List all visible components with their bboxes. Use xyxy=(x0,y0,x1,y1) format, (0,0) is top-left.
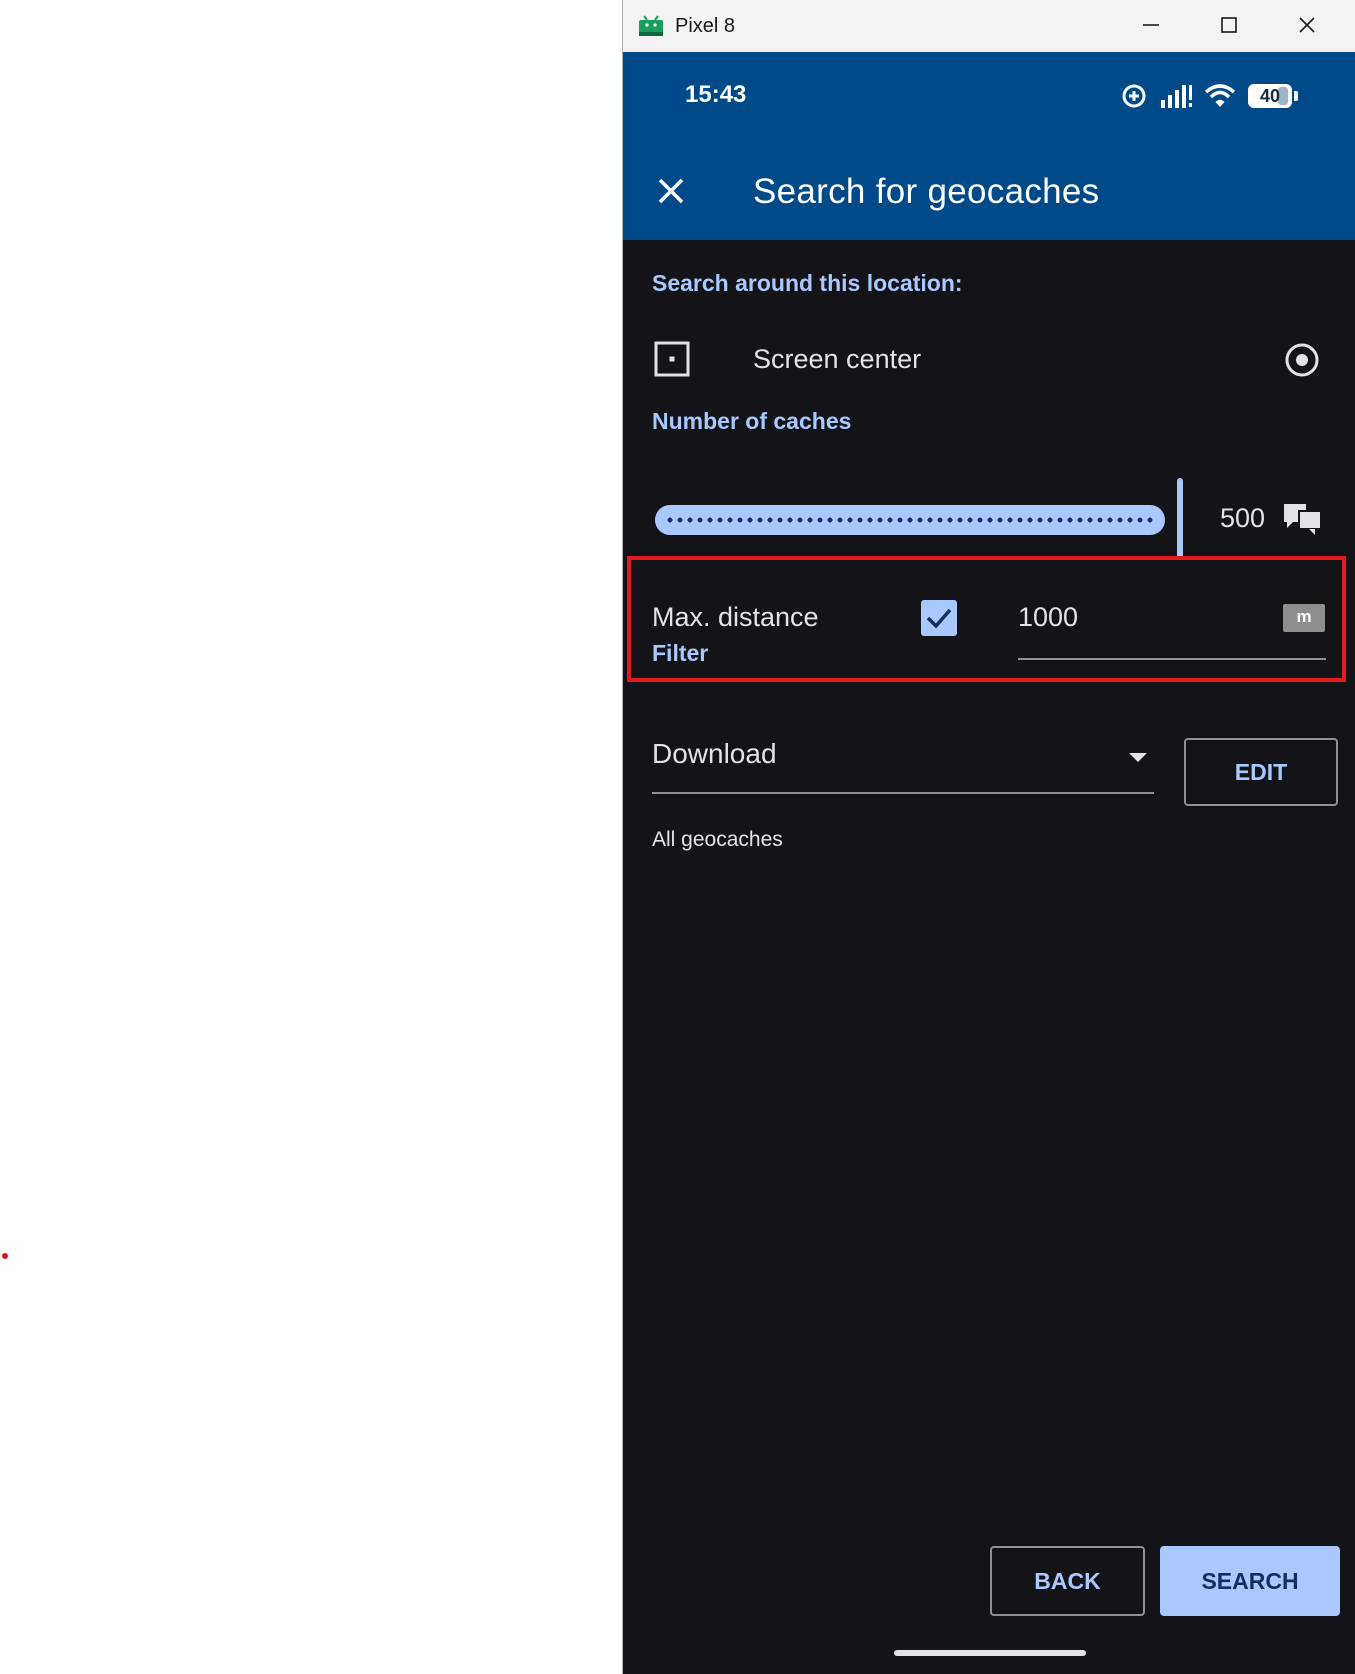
wifi-icon xyxy=(1204,84,1236,107)
location-value: Screen center xyxy=(753,344,922,374)
maximize-icon xyxy=(1221,17,1237,33)
filter-dropdown[interactable]: Download xyxy=(652,728,1154,796)
battery-icon: 40 xyxy=(1248,84,1292,108)
data-saver-icon xyxy=(1122,84,1146,108)
location-section-label: Search around this location: xyxy=(652,270,963,296)
page-title: Search for geocaches xyxy=(753,172,1100,211)
filter-underline xyxy=(652,792,1154,794)
close-icon xyxy=(1299,17,1315,33)
search-form: Search around this location: Screen cent… xyxy=(623,240,1355,1674)
highlight-box xyxy=(627,556,1346,682)
cache-count-icon xyxy=(1284,504,1322,535)
caches-slider-track[interactable] xyxy=(655,505,1165,535)
emulator-window: Pixel 8 15:43 40 Search for geocaches Se… xyxy=(622,0,1355,1674)
back-button[interactable]: BACK xyxy=(990,1546,1145,1616)
edit-filter-button[interactable]: EDIT xyxy=(1184,738,1338,806)
desktop: Pixel 8 15:43 40 Search for geocaches Se… xyxy=(0,0,1355,1674)
caches-value: 500 xyxy=(1220,503,1266,533)
maximize-button[interactable] xyxy=(1191,0,1269,52)
search-button[interactable]: SEARCH xyxy=(1160,1546,1340,1616)
close-icon[interactable] xyxy=(653,173,689,209)
gesture-nav-handle[interactable] xyxy=(894,1650,1086,1656)
window-title-bar[interactable]: Pixel 8 xyxy=(623,0,1355,53)
battery-level: 40 xyxy=(1259,86,1281,106)
filter-selected-value: Download xyxy=(652,738,777,769)
status-bar: 15:43 40 xyxy=(623,52,1355,142)
caches-section-label: Number of caches xyxy=(652,408,852,434)
window-title: Pixel 8 xyxy=(675,15,736,37)
filter-description: All geocaches xyxy=(652,828,783,851)
my-location-icon[interactable] xyxy=(1283,341,1321,379)
location-selector[interactable]: Screen center xyxy=(623,330,1355,390)
status-time: 15:43 xyxy=(685,81,747,108)
dropdown-arrow-icon xyxy=(1129,753,1147,762)
screen-center-icon xyxy=(654,341,690,377)
minimize-button[interactable] xyxy=(1113,0,1191,52)
app-bar: Search for geocaches xyxy=(623,142,1355,240)
slider-tick-marks xyxy=(665,517,1157,523)
caches-slider-row: 500 xyxy=(623,478,1355,568)
battery-tip xyxy=(1294,91,1298,101)
red-marker-dot xyxy=(2,1253,8,1259)
window-close-button[interactable] xyxy=(1269,0,1347,52)
signal-icon xyxy=(1161,85,1192,108)
android-emulator-icon xyxy=(639,15,663,36)
minimize-icon xyxy=(1143,24,1159,26)
filter-section-label: Filter xyxy=(652,640,709,666)
caches-slider-handle[interactable] xyxy=(1177,478,1183,558)
